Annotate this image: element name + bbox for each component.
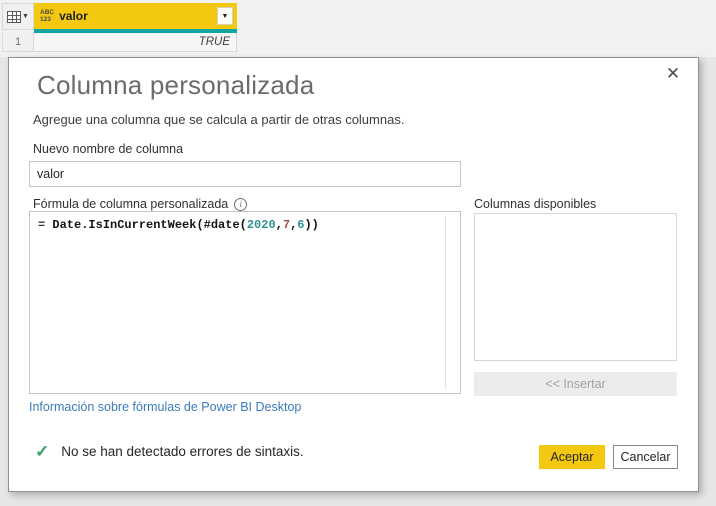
column-name: valor <box>59 9 88 23</box>
accept-button[interactable]: Aceptar <box>539 445 605 469</box>
new-column-name-input[interactable] <box>29 161 461 187</box>
formula-label: Fórmula de columna personalizada <box>33 197 229 211</box>
table-icon <box>7 10 22 23</box>
checkmark-icon: ✓ <box>35 442 50 461</box>
formula-label-row: Fórmula de columna personalizada i <box>33 197 248 211</box>
available-columns-listbox[interactable] <box>474 213 677 361</box>
table-menu-caret-icon: ▼ <box>22 13 29 20</box>
power-bi-custom-column-screen: ▼ ABC 123 valor ▼ 1 TRUE ✕ Columna perso… <box>0 0 716 506</box>
close-icon[interactable]: ✕ <box>662 63 684 85</box>
new-column-name-label: Nuevo nombre de columna <box>33 142 184 156</box>
formula-editor[interactable]: = Date.IsInCurrentWeek(#date(2020,7,6)) <box>29 211 461 394</box>
cancel-button[interactable]: Cancelar <box>613 445 678 469</box>
syntax-status: ✓ No se han detectado errores de sintaxi… <box>35 443 304 460</box>
column-header-valor[interactable]: ABC 123 valor ▼ <box>34 3 237 29</box>
table-cell-value[interactable]: TRUE <box>34 33 237 52</box>
available-columns-label: Columnas disponibles <box>474 197 597 211</box>
insert-button[interactable]: << Insertar <box>474 372 677 396</box>
column-filter-dropdown-button[interactable]: ▼ <box>217 7 233 25</box>
dialog-subtitle: Agregue una columna que se calcula a par… <box>33 112 405 127</box>
formula-code[interactable]: = Date.IsInCurrentWeek(#date(2020,7,6)) <box>30 212 445 393</box>
custom-column-dialog: ✕ Columna personalizada Agregue una colu… <box>8 57 699 492</box>
type-icon-abc: ABC <box>40 9 55 16</box>
row-number-cell[interactable]: 1 <box>2 33 34 52</box>
table-menu-button[interactable]: ▼ <box>2 3 34 30</box>
info-icon[interactable]: i <box>234 197 248 211</box>
query-preview-grid: ▼ ABC 123 valor ▼ 1 TRUE <box>0 0 716 57</box>
type-icon-123: 123 <box>40 16 51 23</box>
dialog-title: Columna personalizada <box>37 70 315 100</box>
formula-editor-scrollbar[interactable] <box>445 216 460 389</box>
syntax-status-text: No se han detectado errores de sintaxis. <box>61 444 304 459</box>
column-type-any-icon: ABC 123 <box>40 9 54 23</box>
formula-help-link[interactable]: Información sobre fórmulas de Power BI D… <box>29 400 301 414</box>
chevron-down-icon: ▼ <box>221 12 229 20</box>
